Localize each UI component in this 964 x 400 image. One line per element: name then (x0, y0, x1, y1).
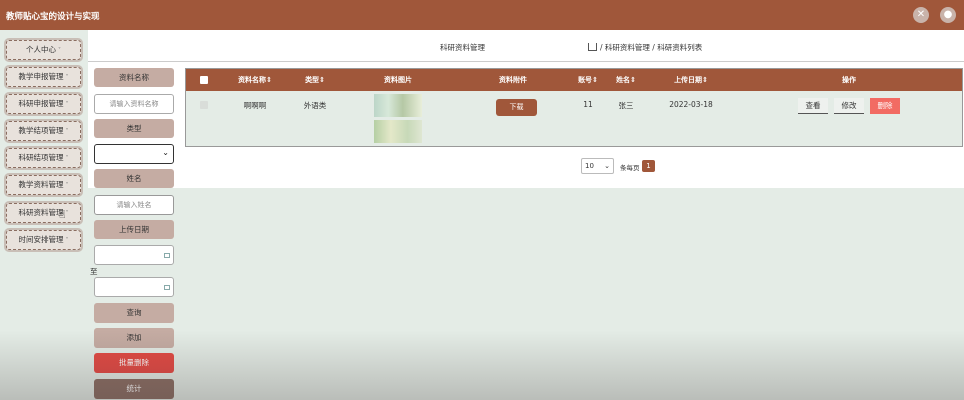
view-button[interactable]: 查看 (798, 98, 828, 114)
row-checkbox[interactable] (200, 101, 208, 109)
chevron-down-icon: ˅ (65, 182, 69, 189)
name-input[interactable]: 请输入资料名称 (94, 94, 174, 114)
sidebar-item-label: 时间安排管理 (18, 235, 64, 244)
select-all-checkbox[interactable] (200, 76, 208, 84)
chevron-down-icon: ⌄ (162, 148, 169, 157)
user-icon[interactable]: ● (940, 7, 956, 23)
column-header-label: 账号 (578, 76, 593, 84)
cell-type: 外语类 (303, 101, 327, 110)
chevron-down-icon: ˅ (58, 47, 61, 54)
breadcrumb-path: / 科研资料管理 / 科研资料列表 (588, 42, 702, 53)
column-header-type[interactable]: 类型⇕ (305, 75, 325, 85)
person-input[interactable]: 请输入姓名 (94, 195, 174, 215)
date-label: 上传日期 (94, 220, 174, 239)
sidebar-item-research-application[interactable]: 科研申报管理 ˅ (6, 94, 81, 114)
chevron-down-icon: ˅ (65, 210, 69, 217)
sidebar-item-label: 教学资料管理 (18, 180, 64, 189)
sort-icon: ⇕ (592, 76, 598, 84)
sidebar: 个人中心 ˅ 教学申报管理 ˅ 科研申报管理 ˅ 教学结项管理 ˅ 科研结项管理 ˅ 教学… (0, 30, 88, 400)
batch-delete-button[interactable]: 批量删除 (94, 353, 174, 373)
sort-icon: ⇕ (319, 76, 325, 84)
data-table: 资料名称⇕ 类型⇕ 资料图片 资料附件 账号⇕ 姓名⇕ 上传日期⇕ 操作 啊啊啊… (185, 68, 963, 147)
mouse-cursor-icon: ☝ (59, 208, 66, 221)
chevron-down-icon: ˅ (65, 237, 69, 244)
chevron-down-icon: ˅ (65, 101, 69, 108)
column-header-label: 资料名称 (238, 76, 267, 84)
page-number-current[interactable]: 1 (642, 160, 655, 172)
sidebar-item-label: 教学申报管理 (18, 72, 64, 81)
sidebar-item-label: 个人中心 (26, 45, 56, 54)
sidebar-item-personal-center[interactable]: 个人中心 ˅ (6, 40, 81, 60)
cell-person: 张三 (618, 101, 634, 110)
column-header-actions: 操作 (842, 76, 856, 84)
column-header-attachment: 资料附件 (499, 76, 527, 84)
delete-button[interactable]: 删除 (870, 98, 900, 114)
cell-date: 2022-03-18 (669, 100, 713, 109)
sidebar-item-label: 科研申报管理 (18, 99, 64, 108)
close-icon[interactable]: ✕ (913, 7, 929, 23)
breadcrumb-path-text[interactable]: / 科研资料管理 / 科研资料列表 (600, 43, 702, 52)
sidebar-item-label: 科研资料管理 (18, 208, 64, 217)
sidebar-item-schedule[interactable]: 时间安排管理 ˅ (6, 230, 81, 250)
column-header-label: 类型 (305, 76, 320, 84)
sidebar-item-label: 科研结项管理 (18, 153, 64, 162)
sidebar-item-teaching-application[interactable]: 教学申报管理 ˅ (6, 67, 81, 87)
breadcrumb-title: 科研资料管理 (440, 43, 485, 52)
type-select[interactable]: ⌄ (94, 144, 174, 164)
column-header-label: 姓名 (616, 76, 631, 84)
column-header-account[interactable]: 账号⇕ (578, 75, 598, 85)
type-label: 类型 (94, 119, 174, 138)
date-start-input[interactable] (94, 245, 174, 265)
chevron-down-icon: ˅ (65, 128, 69, 135)
column-header-name[interactable]: 资料名称⇕ (238, 75, 272, 85)
page-size-select[interactable]: 10 ⌄ (581, 158, 614, 174)
sort-icon: ⇕ (266, 76, 272, 84)
sort-icon: ⇕ (702, 76, 708, 84)
calendar-icon (164, 253, 170, 258)
sort-icon: ⇕ (630, 76, 636, 84)
calendar-icon (164, 285, 170, 290)
column-header-person[interactable]: 姓名⇕ (616, 75, 636, 85)
edit-button[interactable]: 修改 (834, 98, 864, 114)
column-header-label: 上传日期 (674, 76, 703, 84)
sidebar-item-teaching-materials[interactable]: 教学资料管理 ˅ (6, 175, 81, 195)
chevron-down-icon: ˅ (65, 155, 69, 162)
column-header-date[interactable]: 上传日期⇕ (674, 75, 708, 85)
person-label: 姓名 (94, 169, 174, 188)
page-size-label: 条每页 (620, 164, 640, 172)
chevron-down-icon: ˅ (65, 74, 69, 81)
sidebar-item-teaching-closure[interactable]: 教学结项管理 ˅ (6, 121, 81, 141)
table-header: 资料名称⇕ 类型⇕ 资料图片 资料附件 账号⇕ 姓名⇕ 上传日期⇕ 操作 (186, 69, 962, 91)
download-button[interactable]: 下载 (496, 99, 537, 116)
date-range-separator: 至 (90, 267, 98, 276)
sidebar-item-research-closure[interactable]: 科研结项管理 ˅ (6, 148, 81, 168)
cell-account: 11 (583, 100, 593, 109)
app-title: 教师贴心宝的设计与实现 (6, 12, 100, 22)
breadcrumb: 科研资料管理 / 科研资料管理 / 科研资料列表 (88, 30, 964, 62)
top-bar: 教师贴心宝的设计与实现 ✕ ● (0, 0, 964, 30)
query-button[interactable]: 查询 (94, 303, 174, 323)
sidebar-item-label: 教学结项管理 (18, 126, 64, 135)
date-end-input[interactable] (94, 277, 174, 297)
material-image-thumbnail[interactable] (374, 94, 422, 144)
home-icon[interactable] (588, 43, 597, 51)
add-button[interactable]: 添加 (94, 328, 174, 348)
stats-button[interactable]: 统计 (94, 379, 174, 399)
sidebar-item-research-materials[interactable]: 科研资料管理 ˅ (6, 203, 81, 223)
name-label: 资料名称 (94, 68, 174, 87)
page-size-value: 10 (585, 162, 594, 170)
chevron-down-icon: ⌄ (604, 162, 610, 170)
cell-name: 啊啊啊 (243, 101, 267, 110)
column-header-image: 资料图片 (384, 76, 412, 84)
